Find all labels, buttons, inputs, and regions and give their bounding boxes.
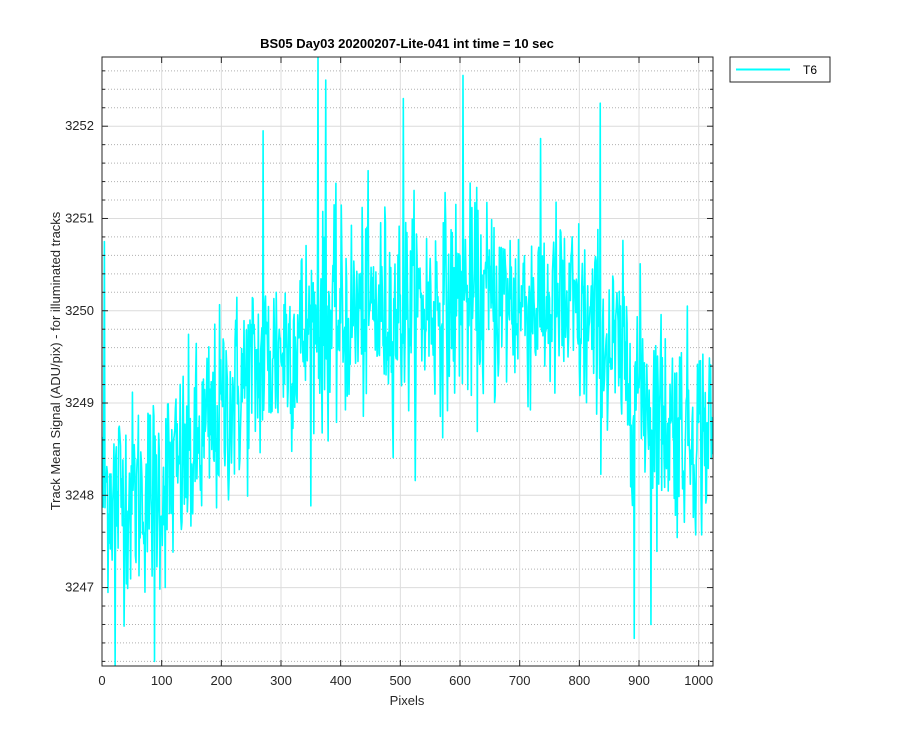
x-tick-label: 700 (509, 673, 531, 688)
y-axis-label: Track Mean Signal (ADU/pix) - for illumi… (48, 211, 63, 510)
legend-entry-t6: T6 (803, 63, 817, 77)
y-tick-label: 3250 (65, 303, 94, 318)
x-tick-label: 600 (449, 673, 471, 688)
x-tick-label: 0 (98, 673, 105, 688)
x-tick-label: 300 (270, 673, 292, 688)
y-tick-label: 3249 (65, 395, 94, 410)
x-axis-label: Pixels (390, 693, 425, 708)
x-tick-label: 500 (389, 673, 411, 688)
y-tick-label: 3247 (65, 580, 94, 595)
y-tick-label: 3251 (65, 210, 94, 225)
x-tick-label: 900 (628, 673, 650, 688)
legend: T6 (729, 56, 831, 83)
x-tick-label: 800 (568, 673, 590, 688)
x-tick-label: 100 (151, 673, 173, 688)
x-tick-label: 1000 (684, 673, 713, 688)
x-tick-label: 400 (330, 673, 352, 688)
x-tick-label: 200 (210, 673, 232, 688)
y-tick-label: 3252 (65, 118, 94, 133)
y-tick-label: 3248 (65, 487, 94, 502)
chart-title: BS05 Day03 20200207-Lite-041 int time = … (260, 36, 554, 51)
chart-figure: 0 100 200 300 400 500 600 700 800 900 1000 3247 324… (0, 0, 900, 750)
